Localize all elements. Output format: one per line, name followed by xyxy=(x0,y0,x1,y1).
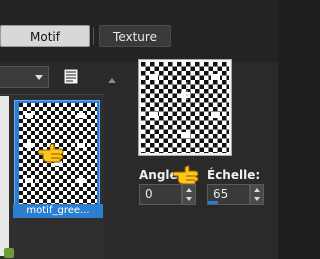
scale-focus-indicator xyxy=(208,201,218,204)
scale-spinner[interactable] xyxy=(250,184,264,205)
pattern-preview-image xyxy=(141,62,229,153)
angle-spinner[interactable] xyxy=(182,184,196,205)
pattern-category-dropdown[interactable] xyxy=(0,66,49,88)
spinner-up-icon xyxy=(186,188,192,192)
scale-label: Échelle: xyxy=(207,168,261,182)
green-status-icon xyxy=(4,248,14,258)
angle-input[interactable]: 0 xyxy=(139,184,182,205)
scroll-up-arrow-icon[interactable] xyxy=(108,78,116,83)
dropdown-arrow-icon xyxy=(35,75,43,80)
tab-bar: Motif Texture xyxy=(0,0,278,62)
spinner-up-icon xyxy=(254,188,260,192)
tab-texture[interactable]: Texture xyxy=(99,25,171,47)
tab-motif[interactable]: Motif xyxy=(0,25,90,47)
tab-separator xyxy=(93,27,94,45)
pointing-hand-icon xyxy=(38,143,64,163)
spinner-down-icon xyxy=(186,197,192,201)
spinner-down-icon xyxy=(254,197,260,201)
pattern-list-edge xyxy=(0,96,9,256)
pattern-thumbnail-label: motif_gree... xyxy=(13,204,103,218)
document-icon[interactable] xyxy=(63,68,79,85)
